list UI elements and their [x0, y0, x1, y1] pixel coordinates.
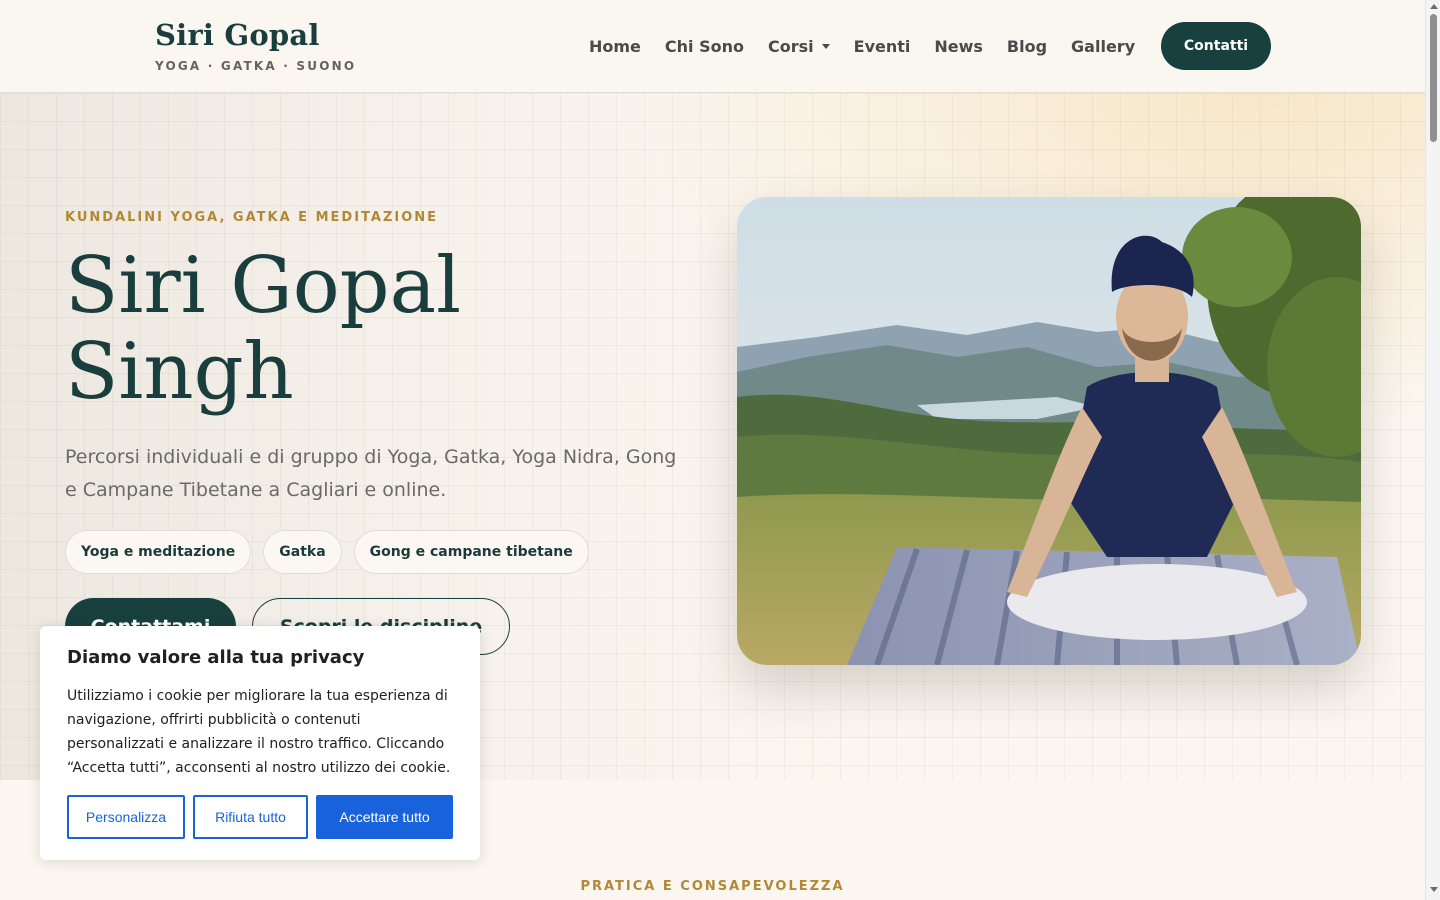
chevron-down-icon: [821, 43, 830, 49]
contatti-button[interactable]: Contatti: [1161, 22, 1271, 70]
brand-title: Siri Gopal: [155, 18, 320, 52]
main-nav: Home Chi Sono Corsi Eventi News Blog Gal…: [589, 22, 1159, 70]
hero-title-line-2: Singh: [65, 327, 294, 417]
brand-logo[interactable]: Siri Gopal YOGA · GATKA · SUONO: [155, 17, 356, 73]
cookie-actions: Personalizza Rifiuta tutto Accettare tut…: [67, 795, 461, 839]
site-header: Siri Gopal YOGA · GATKA · SUONO Home Chi…: [0, 0, 1425, 93]
cookie-banner: Diamo valore alla tua privacy Utilizziam…: [40, 626, 480, 860]
pill-yoga-meditazione[interactable]: Yoga e meditazione: [65, 530, 252, 574]
cookie-reject-button[interactable]: Rifiuta tutto: [193, 795, 308, 839]
hero-eyebrow: KUNDALINI YOGA, GATKA E MEDITAZIONE: [65, 210, 439, 225]
cookie-text: Utilizziamo i cookie per migliorare la t…: [67, 688, 451, 776]
nav-item-gallery[interactable]: Gallery: [1071, 37, 1135, 56]
nav-item-corsi[interactable]: Corsi: [768, 37, 830, 56]
meditating-man-photo: [737, 197, 1361, 665]
cookie-accept-button[interactable]: Accettare tutto: [316, 795, 453, 839]
nav-item-news[interactable]: News: [934, 37, 983, 56]
pill-gatka[interactable]: Gatka: [263, 530, 342, 574]
hero-title-line-1: Siri Gopal: [65, 241, 462, 331]
nav-item-chi-sono[interactable]: Chi Sono: [665, 37, 744, 56]
cookie-customize-button[interactable]: Personalizza: [67, 795, 185, 839]
section-eyebrow: PRATICA E CONSAPEVOLEZZA: [580, 879, 845, 894]
nav-item-blog[interactable]: Blog: [1007, 37, 1047, 56]
page-scrollbar[interactable]: [1425, 0, 1440, 900]
cookie-title: Diamo valore alla tua privacy: [67, 647, 365, 668]
brand-subtitle: YOGA · GATKA · SUONO: [155, 59, 357, 73]
hero-title: Siri Gopal Singh: [65, 243, 665, 415]
scroll-up-icon[interactable]: [1430, 4, 1438, 9]
scrollbar-thumb[interactable]: [1430, 14, 1437, 142]
nav-item-home[interactable]: Home: [589, 37, 641, 56]
nav-item-eventi[interactable]: Eventi: [854, 37, 911, 56]
hero-description: Percorsi individuali e di gruppo di Yoga…: [65, 446, 677, 501]
pill-gong-campane[interactable]: Gong e campane tibetane: [353, 530, 589, 574]
nav-item-corsi-label: Corsi: [768, 36, 814, 56]
discipline-pills: Yoga e meditazione Gatka Gong e campane …: [65, 530, 601, 574]
scroll-down-icon[interactable]: [1430, 887, 1438, 892]
